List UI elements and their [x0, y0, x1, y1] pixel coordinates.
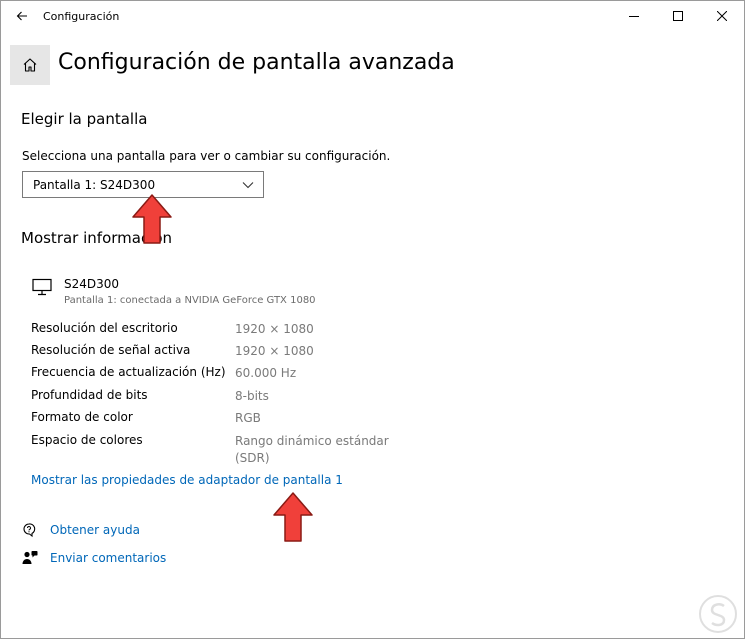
info-label: Frecuencia de actualización (Hz) — [31, 365, 226, 379]
info-label: Espacio de colores — [31, 433, 143, 447]
app-title: Configuración — [43, 9, 120, 23]
watermark-logo-icon — [699, 595, 737, 633]
home-icon — [23, 58, 37, 72]
minimize-button[interactable] — [612, 1, 656, 31]
monitor-icon — [32, 278, 52, 296]
chevron-down-icon — [242, 182, 254, 189]
monitor-name: S24D300 — [64, 277, 120, 291]
window-controls — [612, 1, 744, 31]
info-value: RGB — [235, 411, 261, 425]
send-feedback-link[interactable]: Enviar comentarios — [22, 550, 166, 566]
info-value: 1920 × 1080 — [235, 322, 314, 336]
send-feedback-label: Enviar comentarios — [50, 551, 167, 565]
red-arrow-icon — [132, 194, 172, 244]
help-icon — [23, 523, 36, 538]
display-select-value: Pantalla 1: S24D300 — [33, 177, 156, 192]
close-icon — [717, 11, 727, 21]
info-value: 8-bits — [235, 389, 269, 403]
red-arrow-icon — [273, 492, 313, 542]
feedback-icon — [22, 551, 38, 564]
back-arrow-icon — [16, 11, 27, 21]
page-title: Configuración de pantalla avanzada — [58, 50, 455, 75]
get-help-label: Obtener ayuda — [50, 523, 140, 537]
info-value: 60.000 Hz — [235, 366, 297, 380]
back-button[interactable] — [1, 1, 43, 31]
info-label: Profundidad de bits — [31, 388, 148, 402]
info-value: Rango dinámico estándar (SDR) — [235, 434, 389, 465]
maximize-button[interactable] — [656, 1, 700, 31]
info-value: 1920 × 1080 — [235, 344, 314, 358]
choose-display-description: Selecciona una pantalla para ver o cambi… — [22, 149, 391, 163]
info-label: Formato de color — [31, 410, 133, 424]
minimize-icon — [629, 16, 639, 17]
monitor-connection: Pantalla 1: conectada a NVIDIA GeForce G… — [64, 295, 316, 306]
choose-display-heading: Elegir la pantalla — [21, 110, 148, 128]
title-bar: Configuración — [1, 1, 744, 31]
close-button[interactable] — [700, 1, 744, 31]
get-help-link[interactable]: Obtener ayuda — [22, 522, 140, 538]
adapter-properties-link[interactable]: Mostrar las propiedades de adaptador de … — [31, 473, 343, 487]
maximize-icon — [673, 11, 683, 21]
info-label: Resolución del escritorio — [31, 321, 178, 335]
info-label: Resolución de señal activa — [31, 343, 191, 357]
home-button[interactable] — [10, 45, 50, 85]
